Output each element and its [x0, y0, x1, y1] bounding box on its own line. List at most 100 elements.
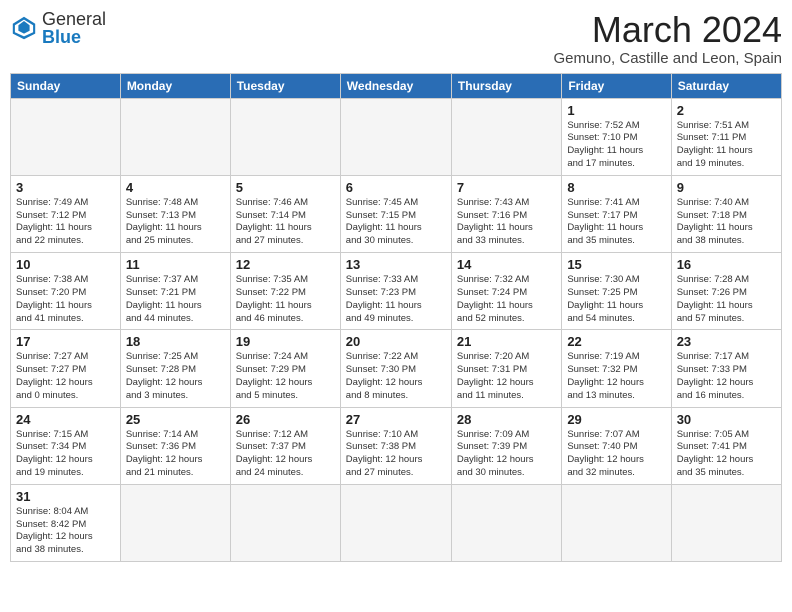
calendar-table: SundayMondayTuesdayWednesdayThursdayFrid… [10, 73, 782, 563]
calendar-cell: 21Sunrise: 7:20 AM Sunset: 7:31 PM Dayli… [451, 330, 561, 407]
day-number: 8 [567, 180, 665, 195]
calendar-cell: 16 Sunrise: 7:28 AM Sunset: 7:26 PM Dayli… [671, 253, 781, 330]
day-info: Sunrise: 7:19 AM Sunset: 7:32 PM Dayligh… [567, 351, 665, 402]
day-number: 18 [126, 334, 225, 349]
day-number: 1 [567, 103, 665, 118]
calendar-cell: 5Sunrise: 7:46 AM Sunset: 7:14 PM Daylig… [230, 175, 340, 252]
calendar-cell: 18 Sunrise: 7:25 AM Sunset: 7:28 PM Dayli… [120, 330, 230, 407]
calendar-cell: 29 Sunrise: 7:07 AM Sunset: 7:40 PM Dayli… [562, 407, 671, 484]
day-info: Sunrise: 8:04 AM Sunset: 8:42 PM Dayligh… [16, 506, 115, 557]
subtitle: Gemuno, Castille and Leon, Spain [554, 50, 782, 67]
calendar-cell: 25 Sunrise: 7:14 AM Sunset: 7:36 PM Dayli… [120, 407, 230, 484]
calendar-cell: 15Sunrise: 7:30 AM Sunset: 7:25 PM Dayli… [562, 253, 671, 330]
day-info: Sunrise: 7:38 AM Sunset: 7:20 PM Dayligh… [16, 274, 115, 325]
day-number: 23 [677, 334, 776, 349]
day-info: Sunrise: 7:43 AM Sunset: 7:16 PM Dayligh… [457, 197, 556, 248]
calendar-header-row: SundayMondayTuesdayWednesdayThursdayFrid… [11, 73, 782, 98]
day-info: Sunrise: 7:14 AM Sunset: 7:36 PM Dayligh… [126, 429, 225, 480]
calendar-cell [451, 98, 561, 175]
calendar-cell: 6 Sunrise: 7:45 AM Sunset: 7:15 PM Daylig… [340, 175, 451, 252]
day-info: Sunrise: 7:49 AM Sunset: 7:12 PM Dayligh… [16, 197, 115, 248]
day-info: Sunrise: 7:28 AM Sunset: 7:26 PM Dayligh… [677, 274, 776, 325]
day-number: 11 [126, 257, 225, 272]
calendar-cell: 30Sunrise: 7:05 AM Sunset: 7:41 PM Dayli… [671, 407, 781, 484]
calendar-week-3: 10 Sunrise: 7:38 AM Sunset: 7:20 PM Dayli… [11, 253, 782, 330]
day-number: 10 [16, 257, 115, 272]
day-info: Sunrise: 7:35 AM Sunset: 7:22 PM Dayligh… [236, 274, 335, 325]
column-header-tuesday: Tuesday [230, 73, 340, 98]
calendar-cell: 14Sunrise: 7:32 AM Sunset: 7:24 PM Dayli… [451, 253, 561, 330]
day-number: 4 [126, 180, 225, 195]
day-number: 6 [346, 180, 446, 195]
day-number: 2 [677, 103, 776, 118]
day-info: Sunrise: 7:51 AM Sunset: 7:11 PM Dayligh… [677, 120, 776, 171]
day-number: 25 [126, 412, 225, 427]
day-number: 27 [346, 412, 446, 427]
day-number: 16 [677, 257, 776, 272]
day-number: 14 [457, 257, 556, 272]
calendar-cell: 28Sunrise: 7:09 AM Sunset: 7:39 PM Dayli… [451, 407, 561, 484]
day-info: Sunrise: 7:45 AM Sunset: 7:15 PM Dayligh… [346, 197, 446, 248]
day-info: Sunrise: 7:46 AM Sunset: 7:14 PM Dayligh… [236, 197, 335, 248]
day-number: 24 [16, 412, 115, 427]
column-header-sunday: Sunday [11, 73, 121, 98]
day-number: 31 [16, 489, 115, 504]
day-info: Sunrise: 7:37 AM Sunset: 7:21 PM Dayligh… [126, 274, 225, 325]
calendar-cell [340, 484, 451, 561]
calendar-cell: 13 Sunrise: 7:33 AM Sunset: 7:23 PM Dayli… [340, 253, 451, 330]
logo: General Blue [10, 10, 106, 46]
calendar-cell: 19 Sunrise: 7:24 AM Sunset: 7:29 PM Dayli… [230, 330, 340, 407]
day-info: Sunrise: 7:20 AM Sunset: 7:31 PM Dayligh… [457, 351, 556, 402]
calendar-cell [451, 484, 561, 561]
day-info: Sunrise: 7:48 AM Sunset: 7:13 PM Dayligh… [126, 197, 225, 248]
column-header-monday: Monday [120, 73, 230, 98]
day-info: Sunrise: 7:41 AM Sunset: 7:17 PM Dayligh… [567, 197, 665, 248]
day-number: 15 [567, 257, 665, 272]
calendar-week-2: 3Sunrise: 7:49 AM Sunset: 7:12 PM Daylig… [11, 175, 782, 252]
day-number: 30 [677, 412, 776, 427]
calendar-cell [11, 98, 121, 175]
day-info: Sunrise: 7:33 AM Sunset: 7:23 PM Dayligh… [346, 274, 446, 325]
day-info: Sunrise: 7:52 AM Sunset: 7:10 PM Dayligh… [567, 120, 665, 171]
calendar-cell: 1 Sunrise: 7:52 AM Sunset: 7:10 PM Daylig… [562, 98, 671, 175]
calendar-week-1: 1 Sunrise: 7:52 AM Sunset: 7:10 PM Daylig… [11, 98, 782, 175]
calendar-cell: 26Sunrise: 7:12 AM Sunset: 7:37 PM Dayli… [230, 407, 340, 484]
calendar-cell: 31 Sunrise: 8:04 AM Sunset: 8:42 PM Dayli… [11, 484, 121, 561]
day-number: 13 [346, 257, 446, 272]
day-info: Sunrise: 7:27 AM Sunset: 7:27 PM Dayligh… [16, 351, 115, 402]
calendar-cell: 4 Sunrise: 7:48 AM Sunset: 7:13 PM Daylig… [120, 175, 230, 252]
calendar-cell [340, 98, 451, 175]
calendar-cell [562, 484, 671, 561]
calendar-cell: 2 Sunrise: 7:51 AM Sunset: 7:11 PM Daylig… [671, 98, 781, 175]
logo-text: General Blue [42, 10, 106, 46]
calendar-cell: 9 Sunrise: 7:40 AM Sunset: 7:18 PM Daylig… [671, 175, 781, 252]
day-number: 20 [346, 334, 446, 349]
title-section: March 2024 Gemuno, Castille and Leon, Sp… [554, 10, 782, 67]
month-title: March 2024 [554, 10, 782, 50]
day-info: Sunrise: 7:24 AM Sunset: 7:29 PM Dayligh… [236, 351, 335, 402]
day-info: Sunrise: 7:07 AM Sunset: 7:40 PM Dayligh… [567, 429, 665, 480]
calendar-cell: 23 Sunrise: 7:17 AM Sunset: 7:33 PM Dayli… [671, 330, 781, 407]
day-number: 9 [677, 180, 776, 195]
calendar-cell: 27 Sunrise: 7:10 AM Sunset: 7:38 PM Dayli… [340, 407, 451, 484]
day-number: 19 [236, 334, 335, 349]
calendar-cell: 3Sunrise: 7:49 AM Sunset: 7:12 PM Daylig… [11, 175, 121, 252]
day-number: 29 [567, 412, 665, 427]
header: General Blue March 2024 Gemuno, Castille… [10, 10, 782, 67]
column-header-thursday: Thursday [451, 73, 561, 98]
calendar-cell: 20Sunrise: 7:22 AM Sunset: 7:30 PM Dayli… [340, 330, 451, 407]
calendar-cell: 17Sunrise: 7:27 AM Sunset: 7:27 PM Dayli… [11, 330, 121, 407]
calendar-cell [671, 484, 781, 561]
day-number: 12 [236, 257, 335, 272]
day-info: Sunrise: 7:40 AM Sunset: 7:18 PM Dayligh… [677, 197, 776, 248]
calendar-cell [230, 484, 340, 561]
day-info: Sunrise: 7:17 AM Sunset: 7:33 PM Dayligh… [677, 351, 776, 402]
calendar-cell: 12 Sunrise: 7:35 AM Sunset: 7:22 PM Dayli… [230, 253, 340, 330]
day-info: Sunrise: 7:25 AM Sunset: 7:28 PM Dayligh… [126, 351, 225, 402]
day-number: 22 [567, 334, 665, 349]
calendar-cell: 24Sunrise: 7:15 AM Sunset: 7:34 PM Dayli… [11, 407, 121, 484]
day-info: Sunrise: 7:10 AM Sunset: 7:38 PM Dayligh… [346, 429, 446, 480]
day-info: Sunrise: 7:09 AM Sunset: 7:39 PM Dayligh… [457, 429, 556, 480]
calendar-cell: 8 Sunrise: 7:41 AM Sunset: 7:17 PM Daylig… [562, 175, 671, 252]
calendar-cell [120, 484, 230, 561]
